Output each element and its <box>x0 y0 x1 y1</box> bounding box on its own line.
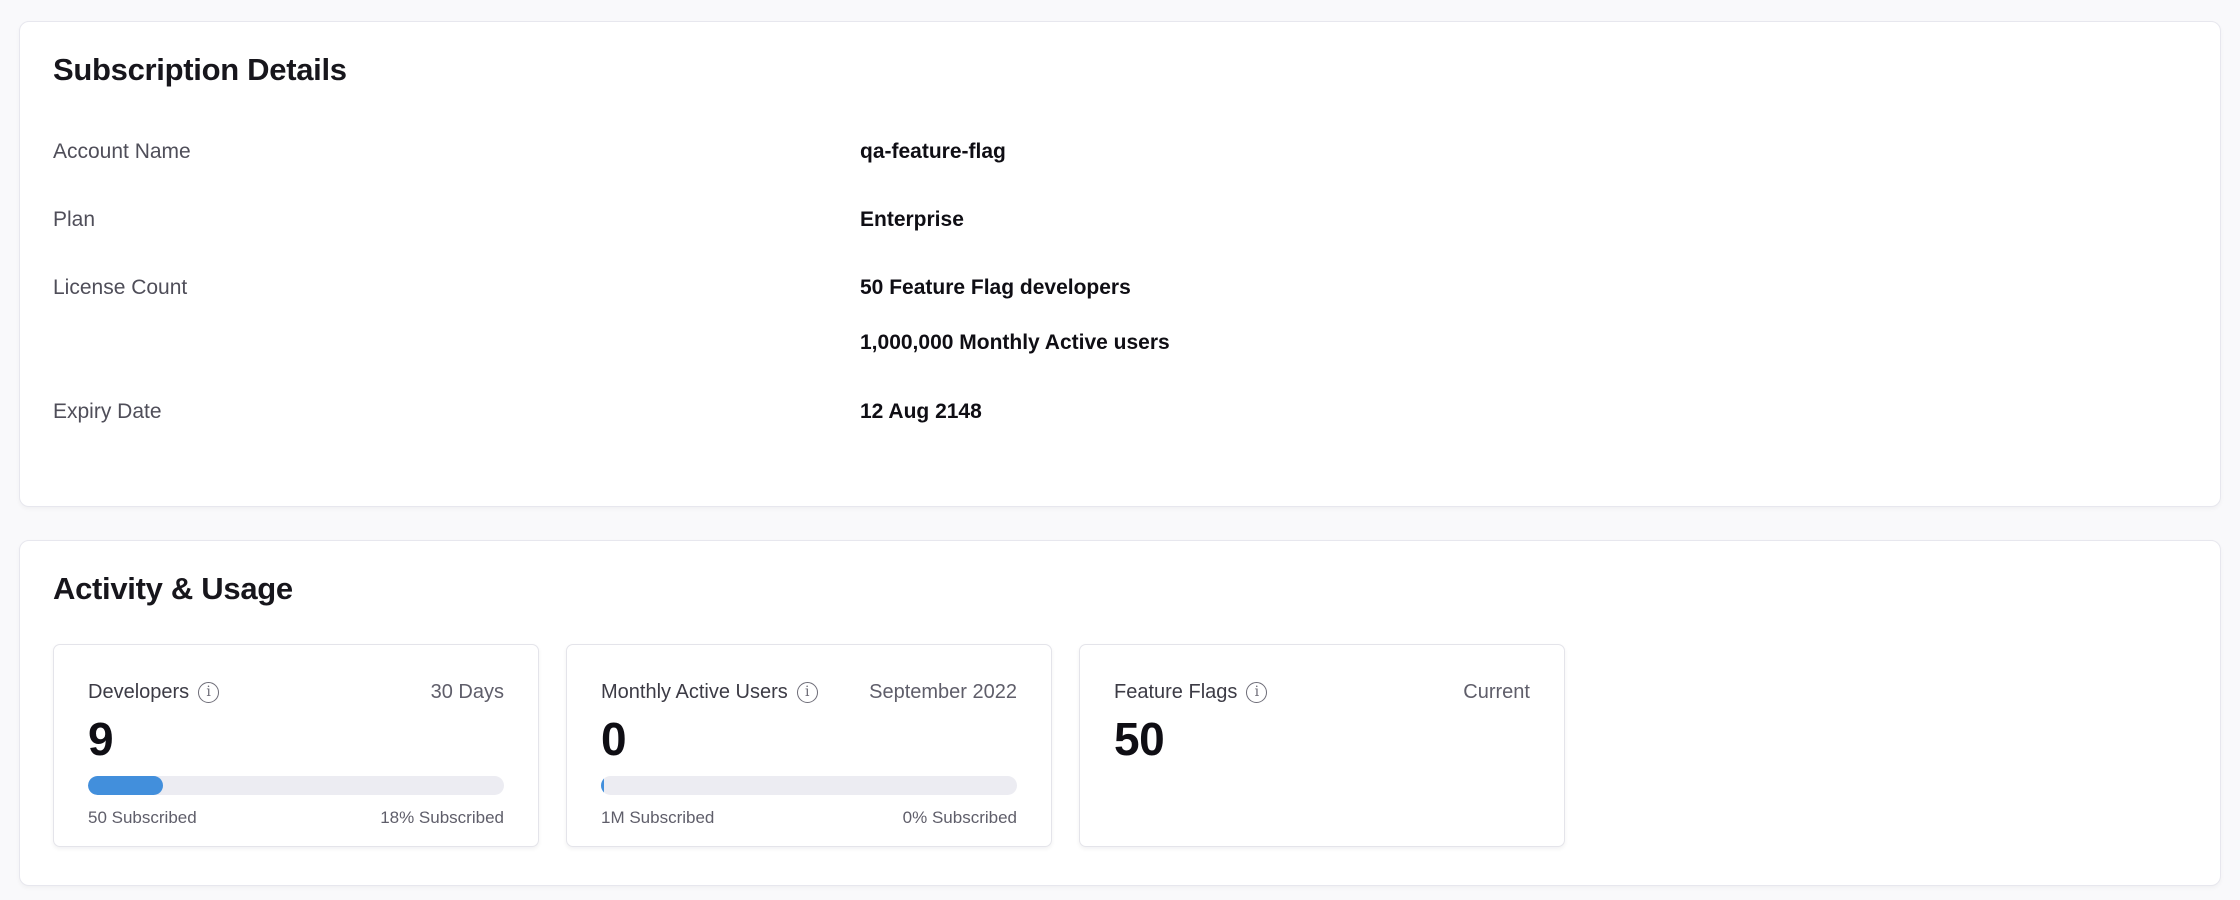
account-name-row: Account Name qa-feature-flag <box>53 137 2187 167</box>
feature-flags-stat-title: Feature Flags <box>1114 679 1237 705</box>
developers-subscribed-percent: 18% Subscribed <box>380 807 504 829</box>
developers-stat-card: Developers i 30 Days 9 50 Subscribed 18%… <box>53 644 539 847</box>
license-count-developers-value: 50 Feature Flag developers <box>860 273 1170 303</box>
developers-stat-value: 9 <box>88 712 504 766</box>
information-icon[interactable]: i <box>1246 682 1267 703</box>
usage-stat-cards: Developers i 30 Days 9 50 Subscribed 18%… <box>53 644 2187 847</box>
plan-row: Plan Enterprise <box>53 205 2187 235</box>
monthly-active-users-subscribed-percent: 0% Subscribed <box>903 807 1017 829</box>
subscription-details-card: Subscription Details Account Name qa-fea… <box>19 21 2221 507</box>
activity-usage-title: Activity & Usage <box>53 541 2187 609</box>
expiry-date-row: Expiry Date 12 Aug 2148 <box>53 397 2187 427</box>
information-icon[interactable]: i <box>198 682 219 703</box>
feature-flags-stat-period: Current <box>1463 679 1530 705</box>
information-icon[interactable]: i <box>797 682 818 703</box>
expiry-date-value: 12 Aug 2148 <box>860 397 982 427</box>
monthly-active-users-stat-value: 0 <box>601 712 1017 766</box>
license-count-row: License Count 50 Feature Flag developers… <box>53 273 2187 358</box>
feature-flags-stat-card: Feature Flags i Current 50 <box>1079 644 1565 847</box>
monthly-active-users-progress-bar <box>601 776 1017 795</box>
account-name-label: Account Name <box>53 137 860 167</box>
monthly-active-users-stat-period: September 2022 <box>869 679 1017 705</box>
feature-flags-stat-value: 50 <box>1114 712 1530 766</box>
plan-value: Enterprise <box>860 205 964 235</box>
expiry-date-label: Expiry Date <box>53 397 860 427</box>
developers-progress-fill <box>88 776 163 795</box>
developers-stat-period: 30 Days <box>431 679 504 705</box>
monthly-active-users-stat-card: Monthly Active Users i September 2022 0 … <box>566 644 1052 847</box>
activity-usage-card: Activity & Usage Developers i 30 Days 9 … <box>19 540 2221 886</box>
license-count-mau-value: 1,000,000 Monthly Active users <box>860 328 1170 358</box>
developers-subscribed-count: 50 Subscribed <box>88 807 197 829</box>
license-count-label: License Count <box>53 273 860 358</box>
monthly-active-users-subscribed-count: 1M Subscribed <box>601 807 714 829</box>
monthly-active-users-stat-title: Monthly Active Users <box>601 679 788 705</box>
developers-stat-title: Developers <box>88 679 189 705</box>
subscription-details-title: Subscription Details <box>53 22 2187 90</box>
plan-label: Plan <box>53 205 860 235</box>
monthly-active-users-progress-fill <box>601 776 604 795</box>
subscription-details-rows: Account Name qa-feature-flag Plan Enterp… <box>53 137 2187 427</box>
account-name-value: qa-feature-flag <box>860 137 1006 167</box>
developers-progress-bar <box>88 776 504 795</box>
